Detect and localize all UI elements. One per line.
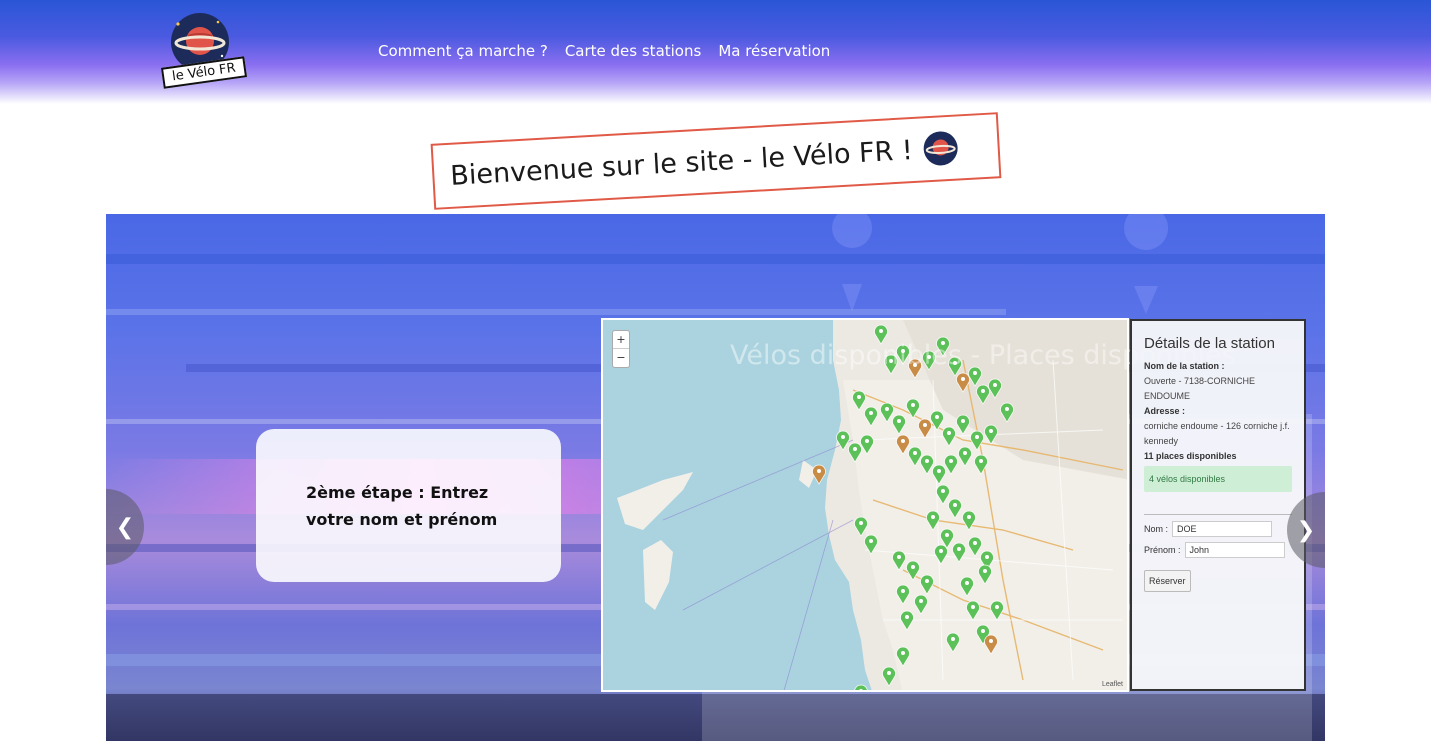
station-marker-dot bbox=[963, 451, 967, 455]
station-marker-dot bbox=[885, 407, 889, 411]
station-marker-dot bbox=[901, 589, 905, 593]
station-marker-dot bbox=[869, 539, 873, 543]
station-marker-dot bbox=[911, 403, 915, 407]
station-marker-dot bbox=[989, 429, 993, 433]
prenom-label: Prénom : bbox=[1144, 545, 1181, 555]
station-marker-dot bbox=[961, 377, 965, 381]
station-marker-dot bbox=[981, 389, 985, 393]
prenom-row: Prénom : John bbox=[1144, 542, 1292, 558]
station-marker-dot bbox=[925, 459, 929, 463]
station-marker-dot bbox=[913, 451, 917, 455]
station-marker-dot bbox=[901, 651, 905, 655]
station-marker-dot bbox=[989, 639, 993, 643]
station-marker-dot bbox=[945, 533, 949, 537]
station-marker-dot bbox=[911, 565, 915, 569]
station-marker-dot bbox=[937, 469, 941, 473]
station-marker-dot bbox=[973, 371, 977, 375]
station-marker-dot bbox=[901, 439, 905, 443]
station-marker-dot bbox=[967, 515, 971, 519]
places-available: 11 places disponibles bbox=[1144, 451, 1237, 461]
station-name-label: Nom de la station : bbox=[1144, 361, 1225, 371]
station-marker-dot bbox=[975, 435, 979, 439]
station-name-value: Ouverte - 7138-CORNICHE ENDOUME bbox=[1144, 376, 1256, 401]
step-card: 2ème étape : Entrez votre nom et prénom bbox=[256, 429, 561, 582]
station-marker-dot bbox=[985, 555, 989, 559]
station-details-panel: Détails de la station Nom de la station … bbox=[1130, 319, 1306, 691]
chevron-left-icon: ❮ bbox=[115, 514, 135, 540]
station-marker-dot bbox=[817, 469, 821, 473]
station-marker-dot bbox=[931, 515, 935, 519]
station-marker-dot bbox=[859, 521, 863, 525]
station-marker-dot bbox=[951, 637, 955, 641]
station-marker-dot bbox=[923, 423, 927, 427]
details-title: Détails de la station bbox=[1144, 335, 1275, 352]
station-marker-dot bbox=[897, 419, 901, 423]
station-marker-dot bbox=[865, 439, 869, 443]
nom-label: Nom : bbox=[1144, 524, 1169, 534]
nav-stations-map[interactable]: Carte des stations bbox=[565, 42, 701, 60]
station-marker-dot bbox=[957, 547, 961, 551]
chevron-right-icon: ❯ bbox=[1296, 517, 1316, 543]
map-attribution[interactable]: Leaflet bbox=[1102, 681, 1123, 688]
station-marker-dot bbox=[853, 447, 857, 451]
welcome-banner: Bienvenue sur le site - le Vélo FR ! bbox=[430, 112, 1002, 210]
nom-row: Nom : DOE bbox=[1144, 521, 1292, 537]
map-zoom-control: + − bbox=[612, 330, 630, 368]
station-marker-dot bbox=[879, 329, 883, 333]
station-marker-dot bbox=[983, 569, 987, 573]
welcome-title: Bienvenue sur le site - le Vélo FR ! bbox=[449, 134, 914, 192]
nav-my-reservation[interactable]: Ma réservation bbox=[718, 42, 830, 60]
station-marker-dot bbox=[953, 503, 957, 507]
station-marker-dot bbox=[935, 415, 939, 419]
bikes-available-badge: 4 vélos disponibles bbox=[1144, 466, 1292, 492]
station-marker-dot bbox=[961, 419, 965, 423]
nav-how-it-works[interactable]: Comment ça marche ? bbox=[378, 42, 548, 60]
prenom-input[interactable]: John bbox=[1184, 542, 1285, 558]
station-marker-dot bbox=[981, 629, 985, 633]
station-marker-dot bbox=[939, 549, 943, 553]
station-marker-dot bbox=[973, 541, 977, 545]
station-marker-dot bbox=[887, 671, 891, 675]
zoom-in-button[interactable]: + bbox=[613, 331, 629, 349]
station-marker-dot bbox=[897, 555, 901, 559]
map-canvas bbox=[603, 320, 1127, 690]
station-marker-dot bbox=[841, 435, 845, 439]
nom-input[interactable]: DOE bbox=[1172, 521, 1273, 537]
zoom-out-button[interactable]: − bbox=[613, 349, 629, 367]
station-marker-dot bbox=[971, 605, 975, 609]
station-marker-dot bbox=[925, 579, 929, 583]
station-marker-dot bbox=[979, 459, 983, 463]
station-marker-dot bbox=[941, 489, 945, 493]
station-marker-dot bbox=[995, 605, 999, 609]
station-marker-dot bbox=[993, 383, 997, 387]
station-address-value: corniche endoume - 126 corniche j.f. ken… bbox=[1144, 421, 1290, 446]
tutorial-slider: 2ème étape : Entrez votre nom et prénom bbox=[106, 214, 1325, 741]
station-marker-dot bbox=[1005, 407, 1009, 411]
station-marker-dot bbox=[947, 431, 951, 435]
step-text: 2ème étape : Entrez votre nom et prénom bbox=[306, 482, 498, 529]
stations-map-screenshot: + − Leaflet bbox=[601, 318, 1129, 692]
station-marker-dot bbox=[857, 395, 861, 399]
main-nav: Comment ça marche ? Carte des stations M… bbox=[378, 42, 830, 60]
station-marker-dot bbox=[965, 581, 969, 585]
details-divider bbox=[1144, 514, 1292, 515]
planet-icon bbox=[923, 131, 958, 166]
station-marker-dot bbox=[905, 615, 909, 619]
station-marker-dot bbox=[919, 599, 923, 603]
station-marker-dot bbox=[949, 459, 953, 463]
station-marker-dot bbox=[869, 411, 873, 415]
site-header: le Vélo FR Comment ça marche ? Carte des… bbox=[0, 0, 1431, 104]
station-address-label: Adresse : bbox=[1144, 406, 1186, 416]
reserve-button[interactable]: Réserver bbox=[1144, 570, 1191, 592]
